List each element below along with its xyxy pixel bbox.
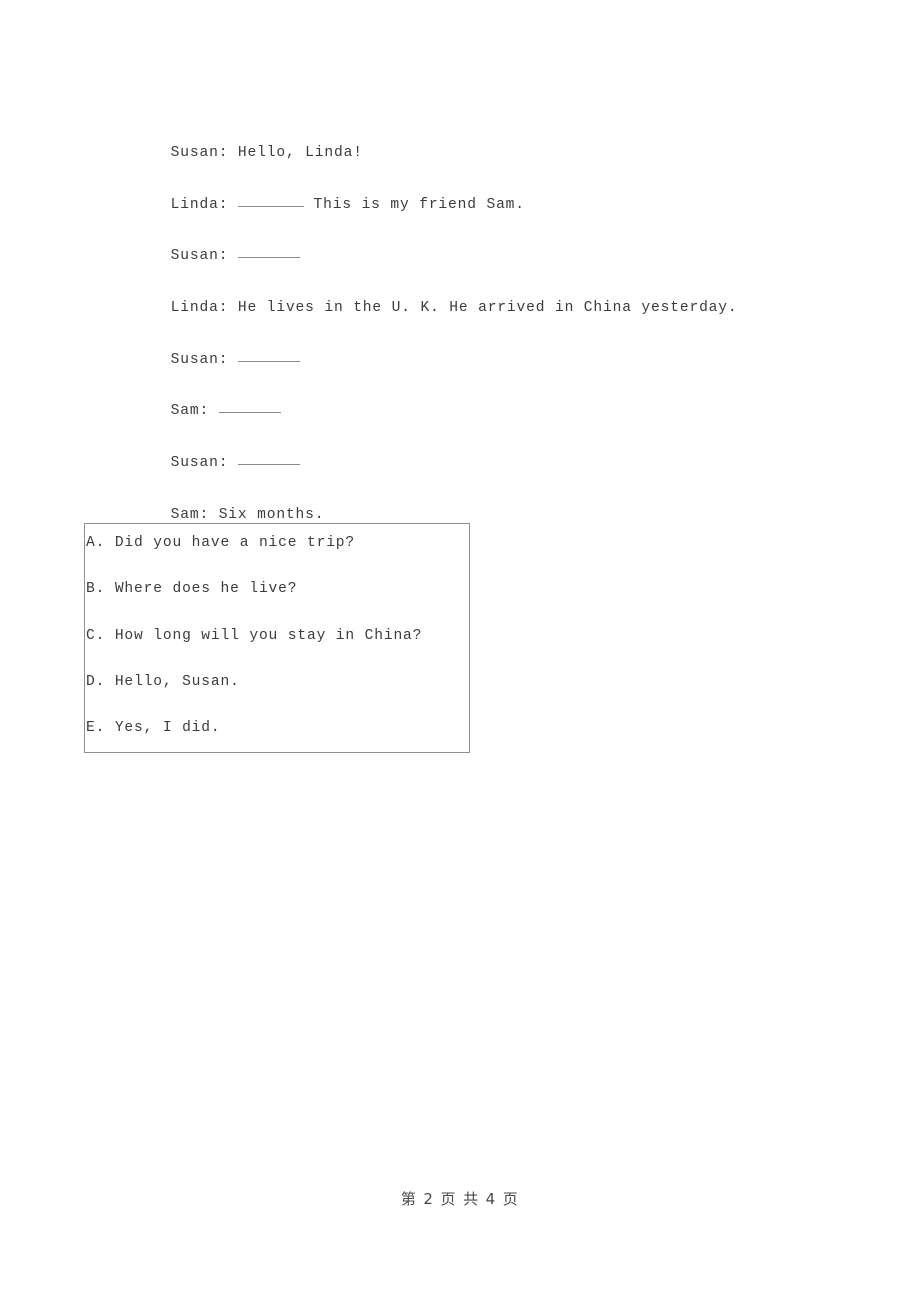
dialogue-line-6: Sam: [113,375,853,427]
dialogue-line-4-text: Linda: He lives in the U. K. He arrived … [170,300,738,317]
dialogue-line-2: Linda: This is my friend Sam. [113,169,853,221]
option-item-b[interactable]: B. Where does he live? [85,578,469,624]
answer-blank-5[interactable] [237,348,300,362]
dialogue-line-2-text: This is my friend Sam. [303,196,525,213]
option-item-d[interactable]: D. Hello, Susan. [85,671,469,717]
dialogue-line-6-speaker: Sam: [170,403,210,420]
dialogue-line-7: Susan: [113,427,853,479]
page-footer: 第 2 页 共 4 页 [400,1190,520,1208]
dialogue-line-8-text: Sam: Six months. [170,506,325,523]
answer-blank-2[interactable] [237,193,304,207]
options-list: A. Did you have a nice trip? B. Where do… [85,532,469,763]
dialogue-line-7-speaker: Susan: [170,455,229,472]
answer-blank-6[interactable] [218,399,281,414]
dialogue-line-5-speaker: Susan: [170,351,229,368]
dialogue-line-3: Susan: [113,220,853,272]
answer-blank-3[interactable] [237,244,300,259]
document-page: Susan: Hello, Linda! Linda: This is my f… [0,0,920,1302]
dialogue-block: Susan: Hello, Linda! Linda: This is my f… [113,117,853,531]
dialogue-line-1-text: Susan: Hello, Linda! [170,145,363,161]
dialogue-line-5: Susan: [113,324,853,376]
dialogue-line-2-speaker: Linda: [170,196,229,213]
answer-blank-7[interactable] [237,451,300,466]
option-item-c[interactable]: C. How long will you stay in China? [85,625,469,671]
option-item-a[interactable]: A. Did you have a nice trip? [85,532,469,578]
options-box: A. Did you have a nice trip? B. Where do… [84,523,470,753]
dialogue-line-3-speaker: Susan: [170,248,229,265]
option-item-e[interactable]: E. Yes, I did. [85,717,469,763]
dialogue-line-1: Susan: Hello, Linda! [113,117,853,169]
dialogue-line-4: Linda: He lives in the U. K. He arrived … [113,272,853,324]
